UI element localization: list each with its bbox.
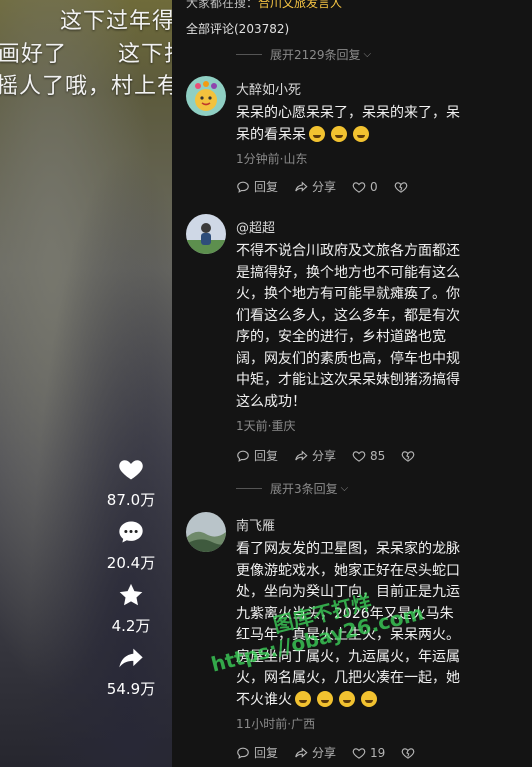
- comment-total: 全部评论(203782): [186, 22, 290, 36]
- share-comment-button[interactable]: 分享: [294, 447, 336, 464]
- like-button[interactable]: 87.0万: [107, 455, 155, 510]
- reply-icon: [237, 747, 249, 759]
- video-subtitle: 画好了: [0, 42, 68, 67]
- reply-label: 回复: [254, 180, 279, 194]
- search-suggestion[interactable]: 大家都在搜：合川文旅发言人: [186, 0, 342, 11]
- comment-actions: 回复 分享 85: [236, 447, 435, 464]
- video-subtitle: 这下打: [118, 42, 172, 67]
- favorite-button[interactable]: 4.2万: [111, 581, 151, 636]
- comment-author[interactable]: 大醉如小死: [236, 79, 466, 98]
- comment-text: 不得不说合川政府及文旅各方面都还是搞得好，换个地方也不可能有这么火，换个地方有可…: [236, 243, 460, 410]
- emoji-icon: [353, 125, 369, 142]
- comment-text: 呆呆的心愿呆呆了，呆呆的来了，呆呆的看呆呆: [236, 103, 466, 146]
- avatar[interactable]: [186, 512, 226, 552]
- video-action-bar: 87.0万 20.4万 4.2万 54.9万: [102, 455, 160, 707]
- comment-actions: 回复 分享 0: [236, 178, 428, 195]
- avatar[interactable]: [186, 76, 226, 116]
- share-label: 分享: [312, 449, 337, 463]
- share-arrow-icon: [295, 449, 308, 461]
- avatar[interactable]: [186, 214, 226, 254]
- like-count: 87.0万: [106, 491, 156, 509]
- star-icon: [119, 583, 143, 606]
- broken-heart-icon: [402, 747, 415, 759]
- like-comment-button[interactable]: 19: [352, 746, 385, 760]
- heart-outline-icon: [352, 450, 366, 462]
- share-comment-button[interactable]: 分享: [294, 744, 336, 761]
- share-arrow-icon: [295, 746, 308, 758]
- comment-icon: [119, 521, 143, 543]
- comment-count-label: 20.4万: [106, 554, 156, 572]
- reply-button[interactable]: 回复: [236, 447, 278, 464]
- comment-meta: 1分钟前·山东: [236, 152, 308, 166]
- video-subtitle: 摇人了哦，村上有: [0, 74, 172, 99]
- broken-heart-icon: [394, 181, 407, 193]
- share-icon: [119, 648, 143, 668]
- search-suggestion-prefix: 大家都在搜：: [186, 0, 259, 10]
- reply-label: 回复: [254, 449, 279, 463]
- video-player[interactable]: 这下过年得 画好了 这下打 摇人了哦，村上有 87.0万 20.4万 4.2万 …: [0, 0, 172, 767]
- share-comment-button[interactable]: 分享: [294, 178, 336, 195]
- reply-label: 回复: [254, 746, 279, 760]
- comment-meta: 11小时前·广西: [236, 717, 316, 731]
- comment-meta: 1天前·重庆: [236, 419, 296, 433]
- video-subtitle: 这下过年得: [60, 9, 172, 34]
- emoji-icon: [331, 125, 347, 142]
- expand-replies-label: 展开3条回复: [270, 482, 338, 496]
- heart-icon: [119, 460, 143, 480]
- comment-button[interactable]: 20.4万: [107, 518, 155, 573]
- share-arrow-icon: [295, 180, 308, 192]
- expand-replies-button[interactable]: 展开2129条回复 ⌵: [236, 46, 371, 63]
- dislike-comment-button[interactable]: [394, 180, 412, 194]
- dislike-comment-button[interactable]: [401, 746, 419, 760]
- comment-author[interactable]: @超超: [236, 217, 466, 236]
- comment-item: @超超 不得不说合川政府及文旅各方面都还是搞得好，换个地方也不可能有这么火，换个…: [186, 214, 516, 464]
- like-count: 85: [370, 448, 386, 463]
- comment-text: 看了网友发的卫星图，呆呆家的龙脉更像游蛇戏水，她家正好在尽头蛇口处，坐向为癸山丁…: [236, 539, 466, 711]
- broken-heart-icon: [402, 450, 415, 462]
- share-button[interactable]: 54.9万: [107, 644, 155, 699]
- comment-panel: 大家都在搜：合川文旅发言人 全部评论(203782) 展开2129条回复 ⌵ 大…: [172, 0, 532, 767]
- like-count: 0: [370, 179, 378, 194]
- comment-author[interactable]: 南飞雁: [236, 515, 466, 534]
- chevron-down-icon: ⌵: [340, 483, 349, 494]
- reply-icon: [237, 450, 249, 462]
- like-comment-button[interactable]: 85: [352, 449, 385, 463]
- dislike-comment-button[interactable]: [401, 449, 419, 463]
- emoji-icon: [361, 690, 377, 707]
- expand-replies-label: 展开2129条回复: [270, 48, 361, 62]
- like-count: 19: [370, 745, 386, 760]
- emoji-icon: [339, 690, 355, 707]
- divider: [236, 54, 262, 55]
- emoji-icon: [309, 125, 325, 142]
- share-label: 分享: [312, 746, 337, 760]
- share-count: 54.9万: [106, 680, 156, 698]
- search-suggestion-keyword[interactable]: 合川文旅发言人: [258, 0, 342, 10]
- reply-button[interactable]: 回复: [236, 178, 278, 195]
- chevron-down-icon: ⌵: [363, 49, 372, 60]
- heart-outline-icon: [352, 747, 366, 759]
- emoji-icon: [317, 690, 333, 707]
- comment-text-content: 呆呆的心愿呆呆了，呆呆的来了，呆呆的看呆呆: [236, 105, 460, 143]
- comment-text-content: 看了网友发的卫星图，呆呆家的龙脉更像游蛇戏水，她家正好在尽头蛇口处，坐向为癸山丁…: [236, 541, 460, 708]
- comment-item: 大醉如小死 呆呆的心愿呆呆了，呆呆的来了，呆呆的看呆呆 1分钟前·山东 回复 分…: [186, 76, 516, 194]
- comment-item: 南飞雁 看了网友发的卫星图，呆呆家的龙脉更像游蛇戏水，她家正好在尽头蛇口处，坐向…: [186, 512, 516, 762]
- heart-outline-icon: [352, 181, 366, 193]
- reply-button[interactable]: 回复: [236, 744, 278, 761]
- divider: [236, 488, 262, 489]
- like-comment-button[interactable]: 0: [352, 180, 378, 194]
- emoji-icon: [295, 690, 311, 707]
- favorite-count: 4.2万: [111, 617, 151, 635]
- reply-icon: [237, 181, 249, 193]
- share-label: 分享: [312, 180, 337, 194]
- expand-replies-button[interactable]: 展开3条回复 ⌵: [236, 480, 348, 497]
- comment-actions: 回复 分享 19: [236, 744, 435, 761]
